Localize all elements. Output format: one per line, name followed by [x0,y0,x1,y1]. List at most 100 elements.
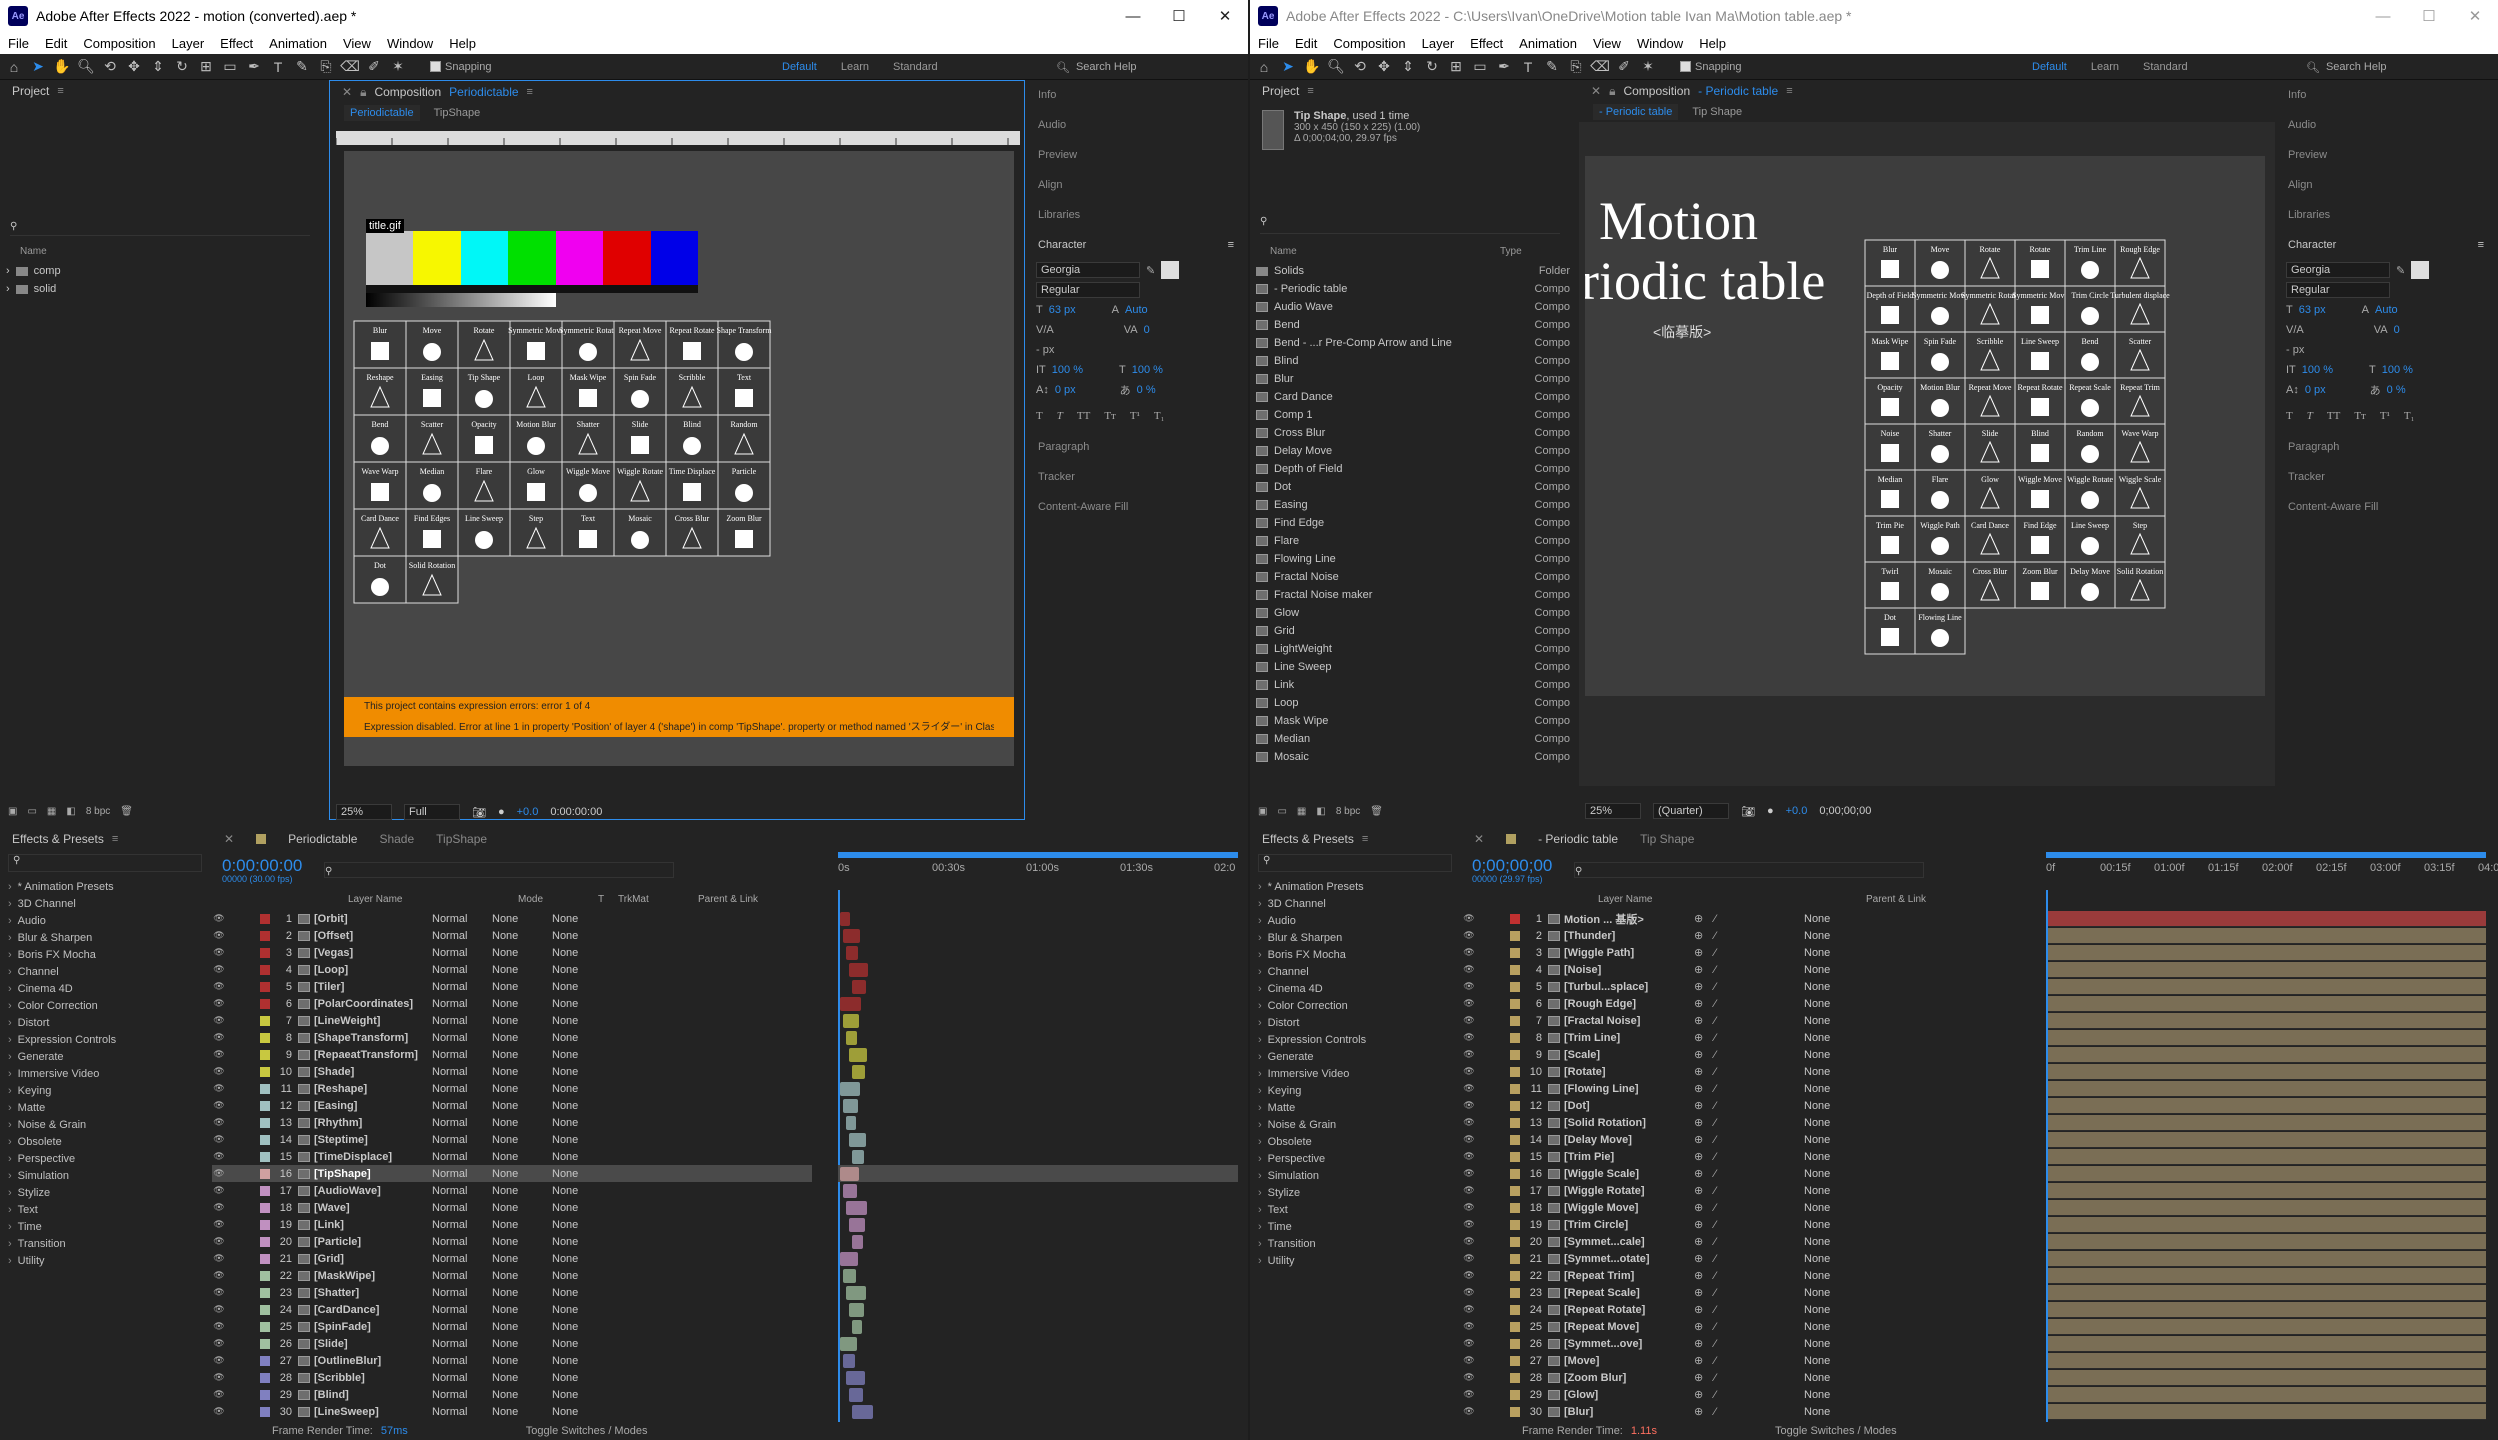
layer-row[interactable]: 👁︎ 6 [PolarCoordinates] Normal None None [212,995,812,1012]
layer-row[interactable]: 👁︎ 26 [Symmet...ove] ⊕ ⁄ None [1462,1335,1982,1352]
layer-switches[interactable]: ⊕ ⁄ [1694,1354,1804,1367]
tl-tab-periodictable[interactable]: Periodictable [288,832,357,846]
layer-switches[interactable]: ⊕ ⁄ [1694,1388,1804,1401]
small-caps-icon[interactable]: Tт [1104,410,1116,422]
effect-cell[interactable]: Find Edge [2014,515,2066,563]
layer-switches[interactable]: ⊕ ⁄ [1694,946,1804,959]
layer-trkmat[interactable]: None [492,1406,552,1418]
visibility-eye-icon[interactable]: 👁︎ [212,1389,226,1400]
layer-mode[interactable]: Normal [432,1287,492,1299]
layer-label-color[interactable] [260,1066,270,1077]
layer-duration-bar[interactable] [2048,1318,2486,1335]
layer-mode[interactable]: Normal [432,1066,492,1078]
superscript-icon[interactable]: T¹ [1130,410,1140,422]
layer-name[interactable]: [Offset] [314,930,432,942]
col-layer-name[interactable]: Layer Name [1598,894,1866,908]
layer-duration-bar[interactable] [849,1302,864,1317]
layer-mode[interactable]: Normal [432,981,492,993]
vertical-scale-value[interactable]: 100 % [1052,364,1083,376]
effect-cell[interactable]: Repeat Trim [2114,377,2166,425]
layer-switches[interactable]: ⊕ ⁄ [1694,1014,1804,1027]
layer-duration-bar[interactable] [849,1047,867,1062]
layer-parent[interactable]: None [552,1066,612,1078]
effect-cell[interactable]: Rotate [457,320,511,369]
layer-row[interactable]: 👁︎ 27 [Move] ⊕ ⁄ None [1462,1352,1982,1369]
layer-name[interactable]: [Blur] [1564,1406,1694,1418]
layer-name[interactable]: [Symmet...otate] [1564,1253,1694,1265]
col-trkmat[interactable]: TrkMat [618,894,698,908]
layer-label-color[interactable] [1510,1202,1520,1213]
project-search-input[interactable]: ⚲ [10,218,310,236]
layer-label-color[interactable] [260,1049,270,1060]
layer-mode[interactable]: Normal [432,964,492,976]
project-item[interactable]: Line Sweep Compo [1250,658,1578,676]
layer-row[interactable]: 👁︎ 22 [MaskWipe] Normal None None [212,1267,812,1284]
layer-label-color[interactable] [260,913,270,924]
layer-row[interactable]: 👁︎ 8 [Trim Line] ⊕ ⁄ None [1462,1029,1982,1046]
layer-duration-bar[interactable] [849,962,868,977]
effect-category[interactable]: Utility [0,1252,210,1269]
layer-row[interactable]: 👁︎ 9 [RepaeatTransform] Normal None None [212,1046,812,1063]
tl-tab-tipshape[interactable]: TipShape [436,832,487,846]
snapping-toggle[interactable]: Snapping [430,61,492,73]
menu-layer[interactable]: Layer [164,36,213,51]
col-t[interactable]: T [598,894,618,908]
layer-label-color[interactable] [260,930,270,941]
effect-category[interactable]: Audio [0,912,210,929]
visibility-eye-icon[interactable]: 👁︎ [212,1253,226,1264]
visibility-eye-icon[interactable]: 👁︎ [212,1032,226,1043]
workspace-learn[interactable]: Learn [2079,61,2131,73]
layer-label-color[interactable] [260,947,270,958]
effect-cell[interactable]: Trim Pie [1864,515,1916,563]
layer-row[interactable]: 👁︎ 11 [Flowing Line] ⊕ ⁄ None [1462,1080,1982,1097]
effect-cell[interactable]: Wiggle Scale [2114,469,2166,517]
layer-label-color[interactable] [1510,998,1520,1009]
visibility-eye-icon[interactable]: 👁︎ [212,1134,226,1145]
effect-category[interactable]: Matte [0,1099,210,1116]
effect-cell[interactable]: Twirl [1864,561,1916,609]
layer-switches[interactable]: ⊕ ⁄ [1694,997,1804,1010]
all-caps-icon[interactable]: TT [1077,410,1090,422]
work-area-bar[interactable] [2046,852,2486,858]
effect-cell[interactable]: Solid Rotation [405,555,459,604]
effect-cell[interactable]: Solid Rotation [2114,561,2166,609]
workspace-standard[interactable]: Standard [881,61,950,73]
layer-duration-bar[interactable] [849,1387,863,1402]
effect-cell[interactable]: Zoom Blur [2014,561,2066,609]
project-item[interactable]: Comp 1 Compo [1250,406,1578,424]
visibility-eye-icon[interactable]: 👁︎ [212,913,226,924]
layer-duration-bar[interactable] [846,1200,867,1215]
layer-parent[interactable]: None [552,1083,612,1095]
workspace-default[interactable]: Default [770,61,829,73]
layer-mode[interactable]: Normal [432,930,492,942]
visibility-eye-icon[interactable]: 👁︎ [212,1270,226,1281]
layer-name[interactable]: [SpinFade] [314,1321,432,1333]
effect-cell[interactable]: Motion Blur [509,414,563,463]
effect-cell[interactable]: Trim Line [2064,239,2116,287]
effect-cell[interactable]: Flare [457,461,511,510]
layer-name[interactable]: [Particle] [314,1236,432,1248]
visibility-eye-icon[interactable]: 👁︎ [212,964,226,975]
layer-parent[interactable]: None [1804,1049,1864,1061]
layer-name[interactable]: [Delay Move] [1564,1134,1694,1146]
stroke-width-value[interactable]: - px [1036,344,1054,356]
layer-duration-bar[interactable] [849,1217,865,1232]
layer-label-color[interactable] [260,1083,270,1094]
workspace-learn[interactable]: Learn [829,61,881,73]
panel-preview[interactable]: Preview [2276,140,2498,170]
layer-duration-bar[interactable] [852,1319,862,1334]
layer-label-color[interactable] [1510,913,1520,924]
layer-parent[interactable]: None [1804,1236,1864,1248]
layer-row[interactable]: 👁︎ 29 [Glow] ⊕ ⁄ None [1462,1386,1982,1403]
layer-parent[interactable]: None [552,1355,612,1367]
layer-label-color[interactable] [260,1338,270,1349]
layer-row[interactable]: 👁︎ 8 [ShapeTransform] Normal None None [212,1029,812,1046]
layer-parent[interactable]: None [552,1185,612,1197]
visibility-eye-icon[interactable]: 👁︎ [1462,1117,1476,1128]
layer-name[interactable]: [Trim Circle] [1564,1219,1694,1231]
chevron-right-icon[interactable]: › [6,265,10,277]
layer-name[interactable]: [Rhythm] [314,1117,432,1129]
visibility-eye-icon[interactable]: 👁︎ [1462,1321,1476,1332]
project-item[interactable]: Cross Blur Compo [1250,424,1578,442]
effect-cell[interactable]: Turbulent displace [2110,285,2170,333]
